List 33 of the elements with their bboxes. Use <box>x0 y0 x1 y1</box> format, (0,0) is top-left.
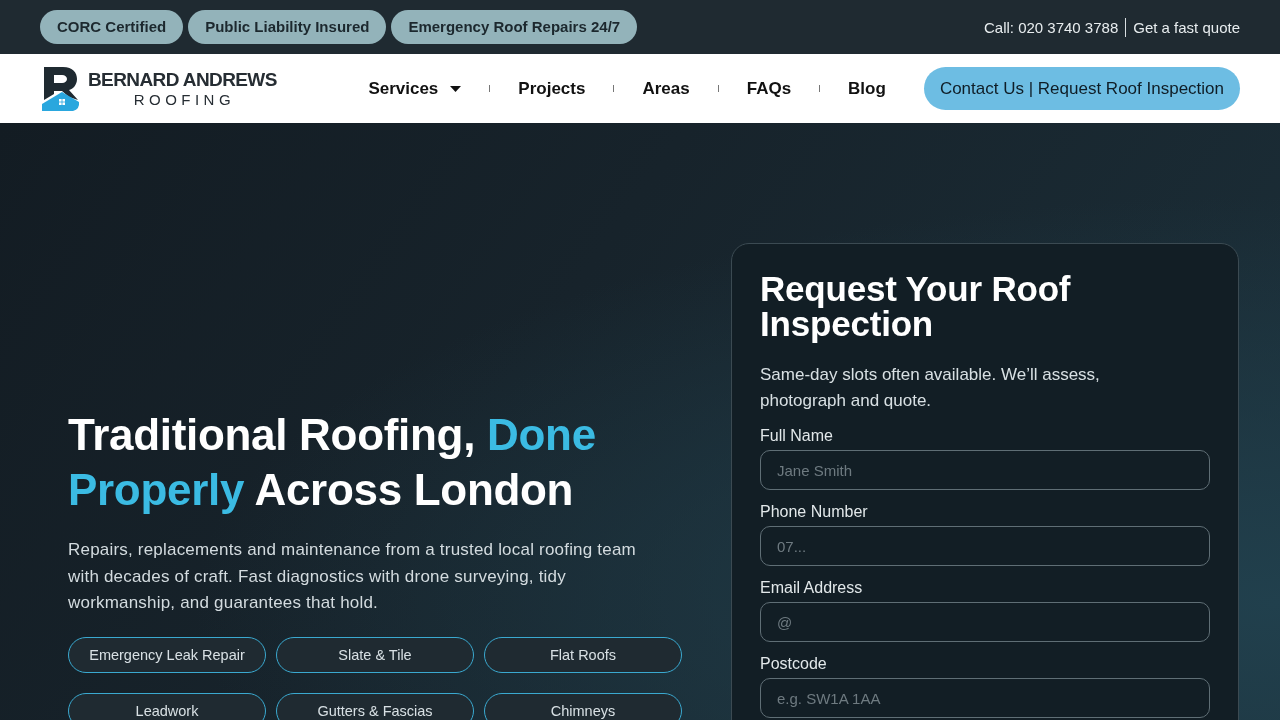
form-title: Request Your Roof Inspection <box>760 271 1072 341</box>
service-chip[interactable]: Chimneys <box>484 692 682 720</box>
input-field[interactable]: @ <box>760 602 1210 642</box>
trust-badge: Public Liability Insured <box>188 10 387 44</box>
logo-icon <box>42 66 80 111</box>
quote-link[interactable]: Get a fast quote <box>1133 18 1240 36</box>
phone-link[interactable]: Call: 020 3740 3788 <box>983 18 1119 36</box>
brand-name: BERNARD ANDREWS <box>88 68 277 91</box>
service-chip[interactable]: Leadwork <box>68 692 266 720</box>
contact-button[interactable]: Contact Us | Request Roof Inspection <box>923 67 1240 110</box>
field-label: Phone Number <box>760 502 869 522</box>
hero-heading: Traditional Roofing, Done Properly Across London <box>68 409 597 516</box>
input-field[interactable]: e.g. SW1A 1AA <box>760 678 1210 718</box>
trust-badge: Emergency Roof Repairs 24/7 <box>391 10 638 44</box>
input-field[interactable]: 07... <box>760 526 1210 566</box>
nav-link[interactable]: Services <box>368 78 462 99</box>
caret-down-icon <box>450 85 462 92</box>
form-subtitle: Same-day slots often available. We’ll assess, photograph and quote. <box>760 364 1101 412</box>
nav-link[interactable]: Blog <box>848 78 886 99</box>
service-chip[interactable]: Emergency Leak Repair <box>68 636 266 673</box>
service-chip[interactable]: Slate & Tile <box>276 636 474 673</box>
trust-badge: CORC Certified <box>40 10 184 44</box>
nav-link[interactable]: Projects <box>518 78 586 99</box>
field-label: Full Name <box>760 426 834 446</box>
input-field[interactable]: Jane Smith <box>760 450 1210 490</box>
service-chip[interactable]: Flat Roofs <box>484 636 682 673</box>
nav-link[interactable]: FAQs <box>746 78 792 99</box>
brand-tagline: ROOFING <box>132 90 236 109</box>
hero-intro: Repairs, replacements and maintenance from a trusted local roofing team with decades of craft. Fast diagnostics with drone surveying, tidy workmanship, and guarantees that hold. <box>68 539 637 614</box>
service-chip[interactable]: Gutters & Fascias <box>276 692 474 720</box>
field-label: Email Address <box>760 578 864 598</box>
nav-link[interactable]: Areas <box>642 78 690 99</box>
field-label: Postcode <box>760 654 828 674</box>
